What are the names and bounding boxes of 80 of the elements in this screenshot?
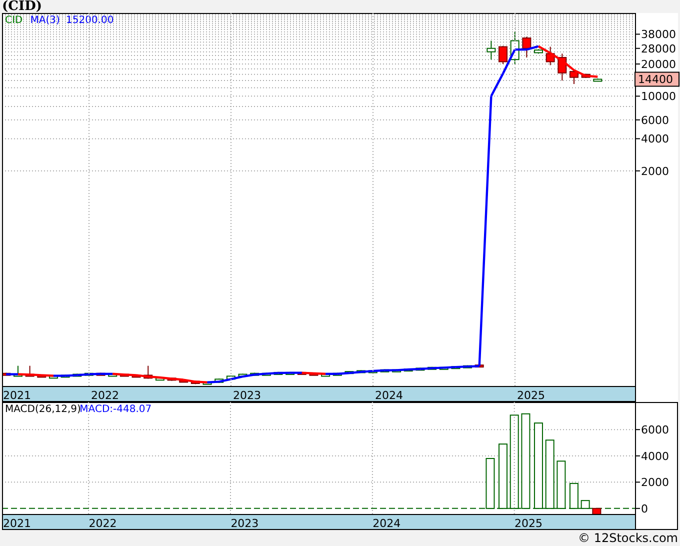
- copyright-text: © 12Stocks.com: [578, 531, 678, 545]
- candlestick: [72, 373, 82, 377]
- candlestick: [404, 368, 413, 372]
- histogram-bar: [486, 458, 495, 509]
- candlestick: [368, 370, 378, 374]
- axis-label: 6000: [641, 114, 669, 127]
- axis-label: 38000: [641, 28, 676, 42]
- candlestick: [297, 371, 306, 375]
- axis-label: 2000: [641, 164, 669, 178]
- chart-title: (CID): [2, 0, 42, 13]
- histogram-bar: [545, 440, 554, 509]
- candlestick: [274, 371, 283, 375]
- axis-label: 4000: [641, 450, 669, 463]
- year-label: 2023: [233, 389, 261, 402]
- candlestick: [344, 370, 354, 374]
- legend-text: 15200.00: [66, 15, 114, 26]
- candlestick: [593, 78, 602, 82]
- candlestick: [250, 372, 260, 376]
- candlestick: [167, 377, 176, 382]
- candlestick: [84, 372, 94, 376]
- candlestick: [463, 364, 472, 368]
- year-label: 2024: [372, 517, 401, 530]
- candlestick: [486, 40, 496, 60]
- candlestick: [286, 371, 295, 375]
- axis-label: 20000: [641, 58, 676, 71]
- candlestick: [96, 372, 106, 376]
- histogram-bar: [556, 460, 566, 509]
- candlestick: [356, 370, 366, 374]
- candlestick: [238, 373, 248, 378]
- candlestick: [546, 46, 555, 66]
- legend-text: MA(3): [30, 15, 60, 26]
- candlestick: [534, 48, 543, 54]
- candlestick: [179, 379, 188, 383]
- legend-text: MACD(26,12,9): [5, 404, 81, 415]
- year-label: 2021: [3, 389, 31, 402]
- candlestick: [570, 70, 578, 84]
- candlestick: [510, 31, 520, 64]
- year-label: 2021: [3, 517, 31, 530]
- year-label: 2022: [88, 517, 117, 530]
- histogram-bar: [580, 500, 590, 509]
- axis-label: 10000: [641, 90, 676, 104]
- candlestick: [558, 53, 567, 82]
- candlestick: [428, 366, 437, 370]
- candlestick: [214, 378, 224, 384]
- candlestick: [190, 380, 200, 385]
- candlestick: [522, 36, 532, 58]
- axis-label: 6000: [641, 424, 669, 437]
- axis-label: 28000: [641, 42, 676, 56]
- candlestick: [262, 372, 271, 376]
- year-label: 2023: [230, 517, 259, 530]
- axis-label: 2000: [641, 476, 669, 490]
- candlestick: [155, 377, 164, 381]
- histogram-bar: [498, 444, 508, 509]
- candlestick: [392, 368, 402, 372]
- legend-text: MACD:-448.07: [80, 404, 152, 415]
- legend-text: CID: [5, 15, 23, 26]
- candlestick: [416, 367, 425, 371]
- candlestick: [60, 374, 70, 378]
- candlestick: [25, 365, 34, 377]
- candlestick: [226, 375, 236, 380]
- candlestick: [2, 372, 11, 376]
- candlestick: [202, 381, 212, 385]
- year-label: 2022: [91, 389, 119, 402]
- candlestick: [13, 365, 22, 377]
- candlestick: [439, 366, 448, 370]
- candlestick: [451, 366, 460, 370]
- year-label: 2025: [514, 517, 543, 530]
- candlestick: [474, 364, 484, 368]
- axis-label: 4000: [641, 132, 669, 146]
- year-label: 2024: [375, 389, 403, 402]
- histogram-bar: [569, 482, 578, 509]
- candlestick: [332, 372, 342, 376]
- last-price-tag: 14400: [634, 72, 680, 87]
- year-label: 2025: [517, 389, 545, 402]
- candlestick: [380, 368, 390, 372]
- histogram-bar: [592, 508, 602, 515]
- candlestick: [144, 365, 153, 380]
- candlestick: [498, 45, 508, 64]
- candlestick: [581, 73, 590, 78]
- axis-label: 0: [641, 502, 648, 516]
